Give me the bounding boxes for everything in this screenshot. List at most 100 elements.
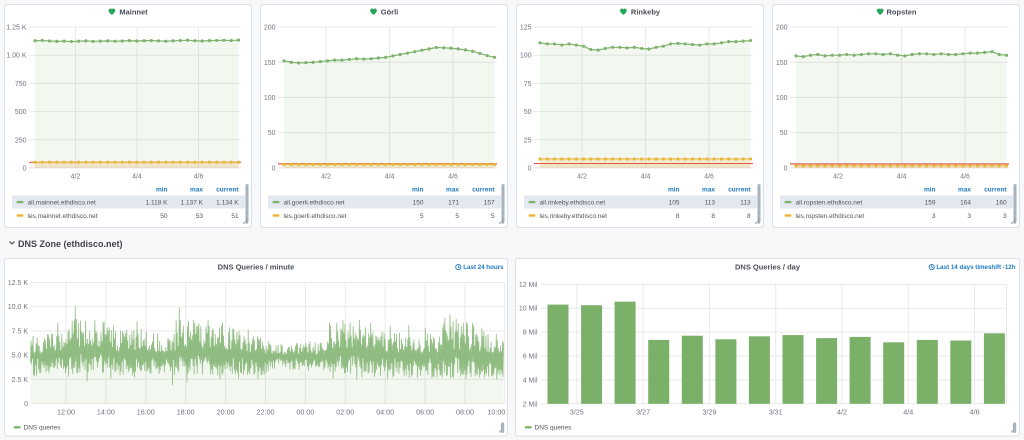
svg-text:10 Mil: 10 Mil: [519, 306, 538, 313]
svg-text:1.137 K: 1.137 K: [181, 199, 204, 206]
svg-text:50: 50: [524, 109, 532, 116]
svg-text:min: min: [412, 187, 424, 194]
svg-text:2.5 K: 2.5 K: [12, 377, 29, 384]
svg-text:les.goerli.ethdisco.net: les.goerli.ethdisco.net: [284, 213, 347, 220]
svg-text:les.mainnet.ethdisco.net: les.mainnet.ethdisco.net: [28, 213, 98, 220]
svg-text:75: 75: [524, 81, 532, 88]
svg-text:4/6: 4/6: [704, 174, 714, 181]
svg-text:113: 113: [740, 199, 751, 206]
svg-text:5: 5: [455, 213, 459, 220]
svg-text:DNS Queries / minute: DNS Queries / minute: [218, 263, 295, 272]
svg-text:5: 5: [491, 213, 495, 220]
svg-text:7.5 K: 7.5 K: [12, 328, 29, 335]
svg-text:53: 53: [196, 213, 204, 220]
svg-text:4/4: 4/4: [903, 408, 913, 417]
svg-text:les.ropsten.ethdisco.net: les.ropsten.ethdisco.net: [796, 213, 865, 220]
svg-text:100: 100: [520, 53, 532, 60]
svg-text:4/6: 4/6: [970, 408, 980, 417]
svg-text:4/2: 4/2: [837, 408, 847, 417]
svg-text:4/2: 4/2: [71, 174, 81, 181]
svg-text:Görli: Görli: [381, 8, 399, 17]
svg-text:current: current: [216, 187, 239, 194]
svg-text:250: 250: [15, 137, 27, 144]
svg-text:max: max: [702, 187, 715, 194]
svg-text:1.134 K: 1.134 K: [216, 199, 239, 206]
svg-text:200: 200: [776, 25, 788, 32]
svg-text:50: 50: [268, 130, 276, 137]
svg-text:all.mainnet.ethdisco.net: all.mainnet.ethdisco.net: [28, 199, 96, 206]
svg-text:200: 200: [264, 25, 276, 32]
svg-text:3: 3: [967, 213, 971, 220]
svg-text:4/4: 4/4: [641, 174, 651, 181]
svg-text:DNS queries: DNS queries: [24, 425, 62, 432]
svg-text:12.5 K: 12.5 K: [8, 280, 29, 287]
svg-text:min: min: [924, 187, 936, 194]
svg-text:750: 750: [15, 81, 27, 88]
svg-text:8: 8: [747, 213, 751, 220]
svg-text:16:00: 16:00: [137, 408, 155, 417]
svg-text:5.0 K: 5.0 K: [12, 353, 29, 360]
svg-text:0: 0: [784, 166, 788, 173]
svg-text:159: 159: [925, 199, 936, 206]
svg-text:max: max: [190, 187, 203, 194]
svg-text:3: 3: [932, 213, 936, 220]
svg-text:all.ropsten.ethdisco.net: all.ropsten.ethdisco.net: [796, 199, 863, 206]
svg-text:18:00: 18:00: [177, 408, 195, 417]
svg-text:164: 164: [960, 199, 971, 206]
svg-text:4/2: 4/2: [577, 174, 587, 181]
svg-text:125: 125: [520, 25, 532, 32]
svg-text:4 Mil: 4 Mil: [523, 377, 538, 384]
svg-text:14:00: 14:00: [97, 408, 115, 417]
svg-text:150: 150: [413, 199, 424, 206]
svg-text:Rinkeby: Rinkeby: [631, 8, 661, 17]
svg-text:150: 150: [776, 60, 788, 67]
svg-text:8: 8: [676, 213, 680, 220]
svg-text:4/4: 4/4: [385, 174, 395, 181]
svg-text:8 Mil: 8 Mil: [523, 330, 538, 337]
svg-text:100: 100: [776, 95, 788, 102]
svg-text:5: 5: [420, 213, 424, 220]
svg-text:50: 50: [160, 213, 168, 220]
svg-text:160: 160: [996, 199, 1007, 206]
svg-text:0: 0: [528, 166, 532, 173]
svg-text:157: 157: [484, 199, 495, 206]
svg-text:0: 0: [272, 166, 276, 173]
svg-text:3/27: 3/27: [636, 408, 650, 417]
svg-text:51: 51: [231, 213, 239, 220]
svg-text:1.25 K: 1.25 K: [6, 25, 27, 32]
svg-text:06:00: 06:00: [416, 408, 434, 417]
svg-text:22:00: 22:00: [257, 408, 275, 417]
svg-text:current: current: [728, 187, 751, 194]
svg-text:DNS Zone (ethdisco.net): DNS Zone (ethdisco.net): [18, 239, 123, 249]
svg-text:500: 500: [15, 109, 27, 116]
svg-text:10.0 K: 10.0 K: [8, 304, 29, 311]
svg-text:171: 171: [448, 199, 459, 206]
svg-text:les.rinkeby.ethdisco.net: les.rinkeby.ethdisco.net: [540, 213, 608, 220]
svg-text:Ropsten: Ropsten: [887, 8, 917, 17]
svg-text:4/6: 4/6: [448, 174, 458, 181]
svg-text:12:00: 12:00: [57, 408, 75, 417]
svg-text:113: 113: [705, 199, 716, 206]
svg-text:25: 25: [524, 137, 532, 144]
svg-text:4/4: 4/4: [132, 174, 142, 181]
svg-text:2 Mil: 2 Mil: [523, 401, 538, 408]
svg-text:DNS queries: DNS queries: [535, 425, 573, 432]
svg-text:min: min: [668, 187, 680, 194]
svg-text:1.118 K: 1.118 K: [146, 199, 169, 206]
svg-text:Last 24 hours: Last 24 hours: [463, 264, 504, 271]
svg-text:4/6: 4/6: [194, 174, 204, 181]
svg-text:02:00: 02:00: [336, 408, 354, 417]
svg-text:10:00: 10:00: [487, 408, 505, 417]
svg-text:current: current: [472, 187, 495, 194]
svg-text:max: max: [958, 187, 971, 194]
svg-text:04:00: 04:00: [376, 408, 394, 417]
svg-text:Mainnet: Mainnet: [119, 8, 148, 17]
svg-text:08:00: 08:00: [456, 408, 474, 417]
svg-text:50: 50: [780, 130, 788, 137]
svg-text:3/29: 3/29: [702, 408, 716, 417]
svg-text:0: 0: [23, 166, 27, 173]
svg-text:Last 14 days timeshift -12h: Last 14 days timeshift -12h: [936, 264, 1015, 271]
svg-text:100: 100: [264, 95, 276, 102]
svg-text:max: max: [446, 187, 459, 194]
svg-text:00:00: 00:00: [296, 408, 314, 417]
